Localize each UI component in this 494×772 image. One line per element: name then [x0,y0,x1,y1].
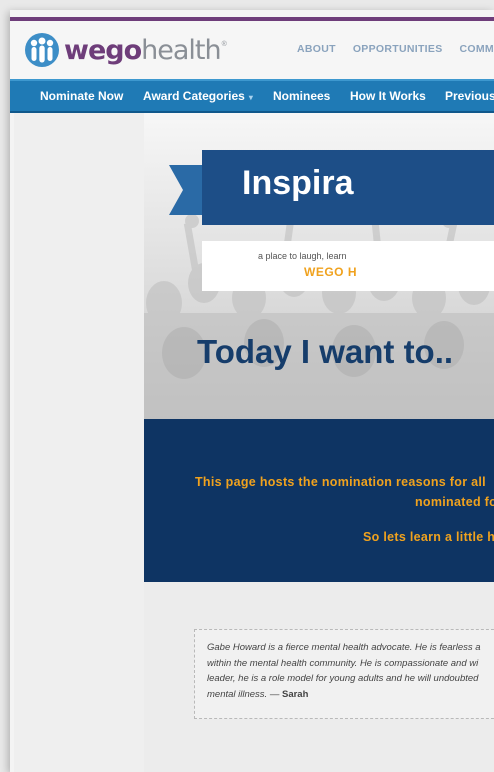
info-line-1: This page hosts the nomination reasons f… [195,475,486,489]
top-link-community[interactable]: COMMUNIT [460,43,494,55]
tagline-text: a place to laugh, learn [258,251,347,261]
quote-text: Gabe Howard is a fierce mental health ad… [207,640,494,702]
logo-health-text: health [141,34,221,66]
nav-how-it-works[interactable]: How It Works [350,89,426,103]
nav-nominate-now[interactable]: Nominate Now [40,89,123,103]
wego-health-logo[interactable]: wego health ® [24,30,227,70]
top-link-opportunities[interactable]: OPPORTUNITIES [353,43,443,55]
tagline-box: a place to laugh, learn WEGO H [202,241,494,291]
tagline-brand: WEGO H [304,265,357,279]
today-heading: Today I want to.. [197,333,454,370]
logo-registered-mark: ® [221,40,227,48]
info-line-3: So lets learn a little h [363,530,494,544]
nav-nominees[interactable]: Nominees [273,89,330,103]
nav-previous[interactable]: Previous [445,89,494,103]
chevron-down-icon: ▾ [248,93,253,102]
info-line-2: nominated fo [415,495,494,509]
quote-line: mental illness. — Sarah [207,687,494,703]
nav-award-categories-label: Award Categories [143,89,245,103]
left-sidebar [14,113,144,772]
quote-line: Gabe Howard is a fierce mental health ad… [207,642,481,653]
top-links: ABOUT OPPORTUNITIES COMMUNIT [297,43,494,55]
quote-line: within the mental health community. He i… [207,657,479,669]
nominations-section: Gabe Howard is a fierce mental health ad… [144,582,494,772]
nomination-quote-card: Gabe Howard is a fierce mental health ad… [194,629,494,719]
title-ribbon: Inspira [202,150,494,225]
main-nav-bar: Nominate Now Award Categories ▾ Nominees … [10,79,494,113]
quote-author: Sarah [281,688,309,700]
people-logo-icon [25,33,59,67]
page-title: Inspira [242,164,354,202]
nav-award-categories[interactable]: Award Categories ▾ [143,89,253,103]
logo-wego-text: wego [64,34,142,66]
quote-line: leader, he is a role model for young adu… [207,673,479,684]
top-link-about[interactable]: ABOUT [297,43,336,55]
browser-page: wego health ® ABOUT OPPORTUNITIES COMMUN… [10,10,494,772]
hero-banner: Inspira a place to laugh, learn WEGO H T… [144,113,494,419]
quote-line-end: mental illness. — [207,688,280,700]
info-panel: This page hosts the nomination reasons f… [144,419,494,582]
